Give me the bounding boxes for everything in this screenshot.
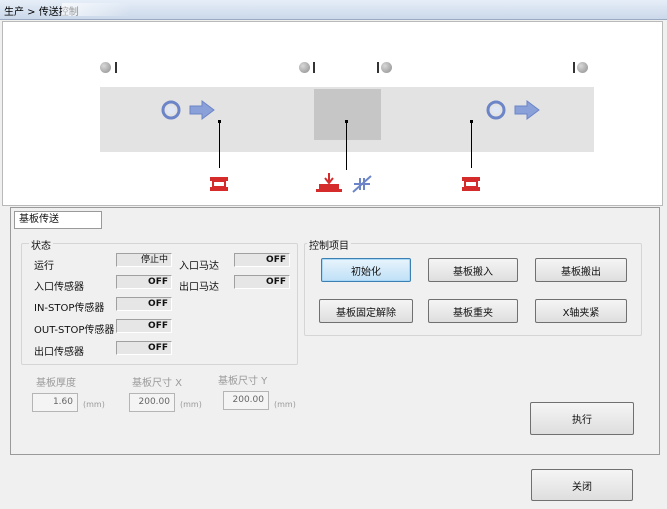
thickness-label: 基板厚度 [36,378,76,389]
marker-dot [381,62,392,73]
size-y-field[interactable]: 200.00 [223,391,269,410]
size-x-label: 基板尺寸 X [132,378,183,389]
sensor-clamp-icon [210,177,228,191]
control-items-group-label: 控制项目 [307,237,351,252]
in-stop-sensor-indicator: OFF [116,297,172,311]
board-stop-icon [316,173,342,192]
size-x-field[interactable]: 200.00 [129,393,175,412]
bottom-bar: 关闭 [0,456,667,509]
exit-motor-indicator: OFF [234,275,290,289]
exit-sensor-label: 出口传感器 [34,347,84,358]
marker-tick [573,62,575,73]
size-x-unit: (mm) [180,400,202,409]
marker-dot [100,62,111,73]
marker-tick [377,62,379,73]
marker-tick [313,62,315,73]
exit-motor-label: 出口马达 [179,282,219,293]
running-label: 运行 [34,261,54,272]
in-stop-sensor-label: IN-STOP传感器 [34,303,105,314]
tab-board-transfer[interactable]: 基板传送 [14,211,102,229]
rotate-arrow-right-icon [161,100,215,120]
x-clamp-button[interactable]: X轴夹紧 [535,299,627,323]
board-in-button[interactable]: 基板搬入 [428,258,518,282]
marker-dot [577,62,588,73]
board-reclamp-button[interactable]: 基板重夹 [428,299,518,323]
thickness-field[interactable]: 1.60 [32,393,78,412]
thickness-unit: (mm) [83,400,105,409]
title-bar: 生产 > 传送控制 [0,0,667,20]
out-stop-sensor-indicator: OFF [116,319,172,333]
close-button[interactable]: 关闭 [531,469,633,501]
entry-motor-label: 入口马达 [179,261,219,272]
sensor-disabled-icon [352,175,372,193]
exit-sensor-indicator: OFF [116,341,172,355]
size-y-label: 基板尺寸 Y [218,376,268,387]
execute-button[interactable]: 执行 [530,402,634,435]
entry-sensor-indicator: OFF [116,275,172,289]
running-indicator: 停止中 [116,253,172,267]
rotate-arrow-right-icon [486,100,540,120]
status-group-label: 状态 [29,237,53,252]
sensor-clamp-icon [462,177,480,191]
entry-sensor-label: 入口传感器 [34,282,84,293]
initialize-button[interactable]: 初始化 [321,258,411,282]
entry-motor-indicator: OFF [234,253,290,267]
out-stop-sensor-label: OUT-STOP传感器 [34,325,115,336]
marker-tick [115,62,117,73]
board-fix-release-button[interactable]: 基板固定解除 [319,299,413,323]
size-y-unit: (mm) [274,400,296,409]
marker-dot [299,62,310,73]
board-out-button[interactable]: 基板搬出 [535,258,627,282]
transfer-control-panel: 基板传送 状态 运行 停止中 入口传感器 OFF IN-STOP传感器 OFF … [10,207,660,455]
conveyor-diagram [2,21,663,206]
pcb-board [314,89,381,140]
